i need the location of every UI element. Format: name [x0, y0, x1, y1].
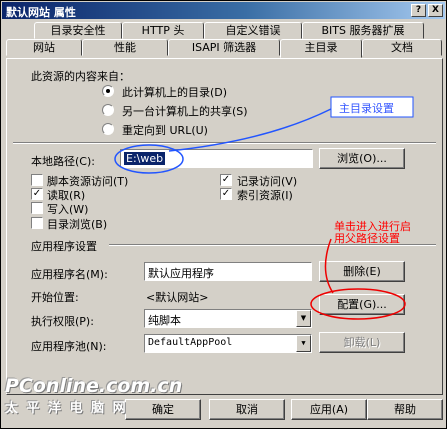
tab-bits-extension[interactable]: BITS 服务器扩展: [302, 22, 424, 39]
close-title-button[interactable]: X: [428, 4, 443, 17]
watermark-line2: 太 平 洋 电 脑 网: [5, 401, 128, 416]
tab-custom-errors[interactable]: 自定义错误: [204, 22, 302, 39]
help-title-button[interactable]: ?: [411, 4, 426, 17]
tab-directory-security[interactable]: 目录安全性: [34, 22, 122, 39]
tab-isapi-filters[interactable]: ISAPI 筛选器: [168, 39, 280, 56]
tab-website[interactable]: 网站: [6, 39, 82, 56]
apply-button[interactable]: 应用(A): [291, 399, 367, 420]
home-dir-annotation: 主目录设置: [339, 102, 394, 115]
tab-documents[interactable]: 文档: [362, 39, 442, 56]
cancel-button[interactable]: 取消: [209, 399, 285, 420]
watermark-line1: PConline.com.cn: [5, 375, 183, 397]
tab-http-headers[interactable]: HTTP 头: [122, 22, 204, 39]
title-bar: 默认网站 属性 ? X: [2, 2, 445, 19]
watermark: PConline.com.cn 太 平 洋 电 脑 网: [5, 375, 182, 416]
tab-home-directory[interactable]: 主目录: [280, 39, 362, 58]
config-annotation-line2: 用父路径设置: [334, 232, 400, 245]
window-title: 默认网站 属性: [6, 6, 76, 19]
help-button[interactable]: 帮助: [367, 399, 443, 420]
properties-dialog: 默认网站 属性 ? X 目录安全性 HTTP 头 自定义错误 BITS 服务器扩…: [0, 0, 447, 429]
tab-performance[interactable]: 性能: [82, 39, 168, 56]
